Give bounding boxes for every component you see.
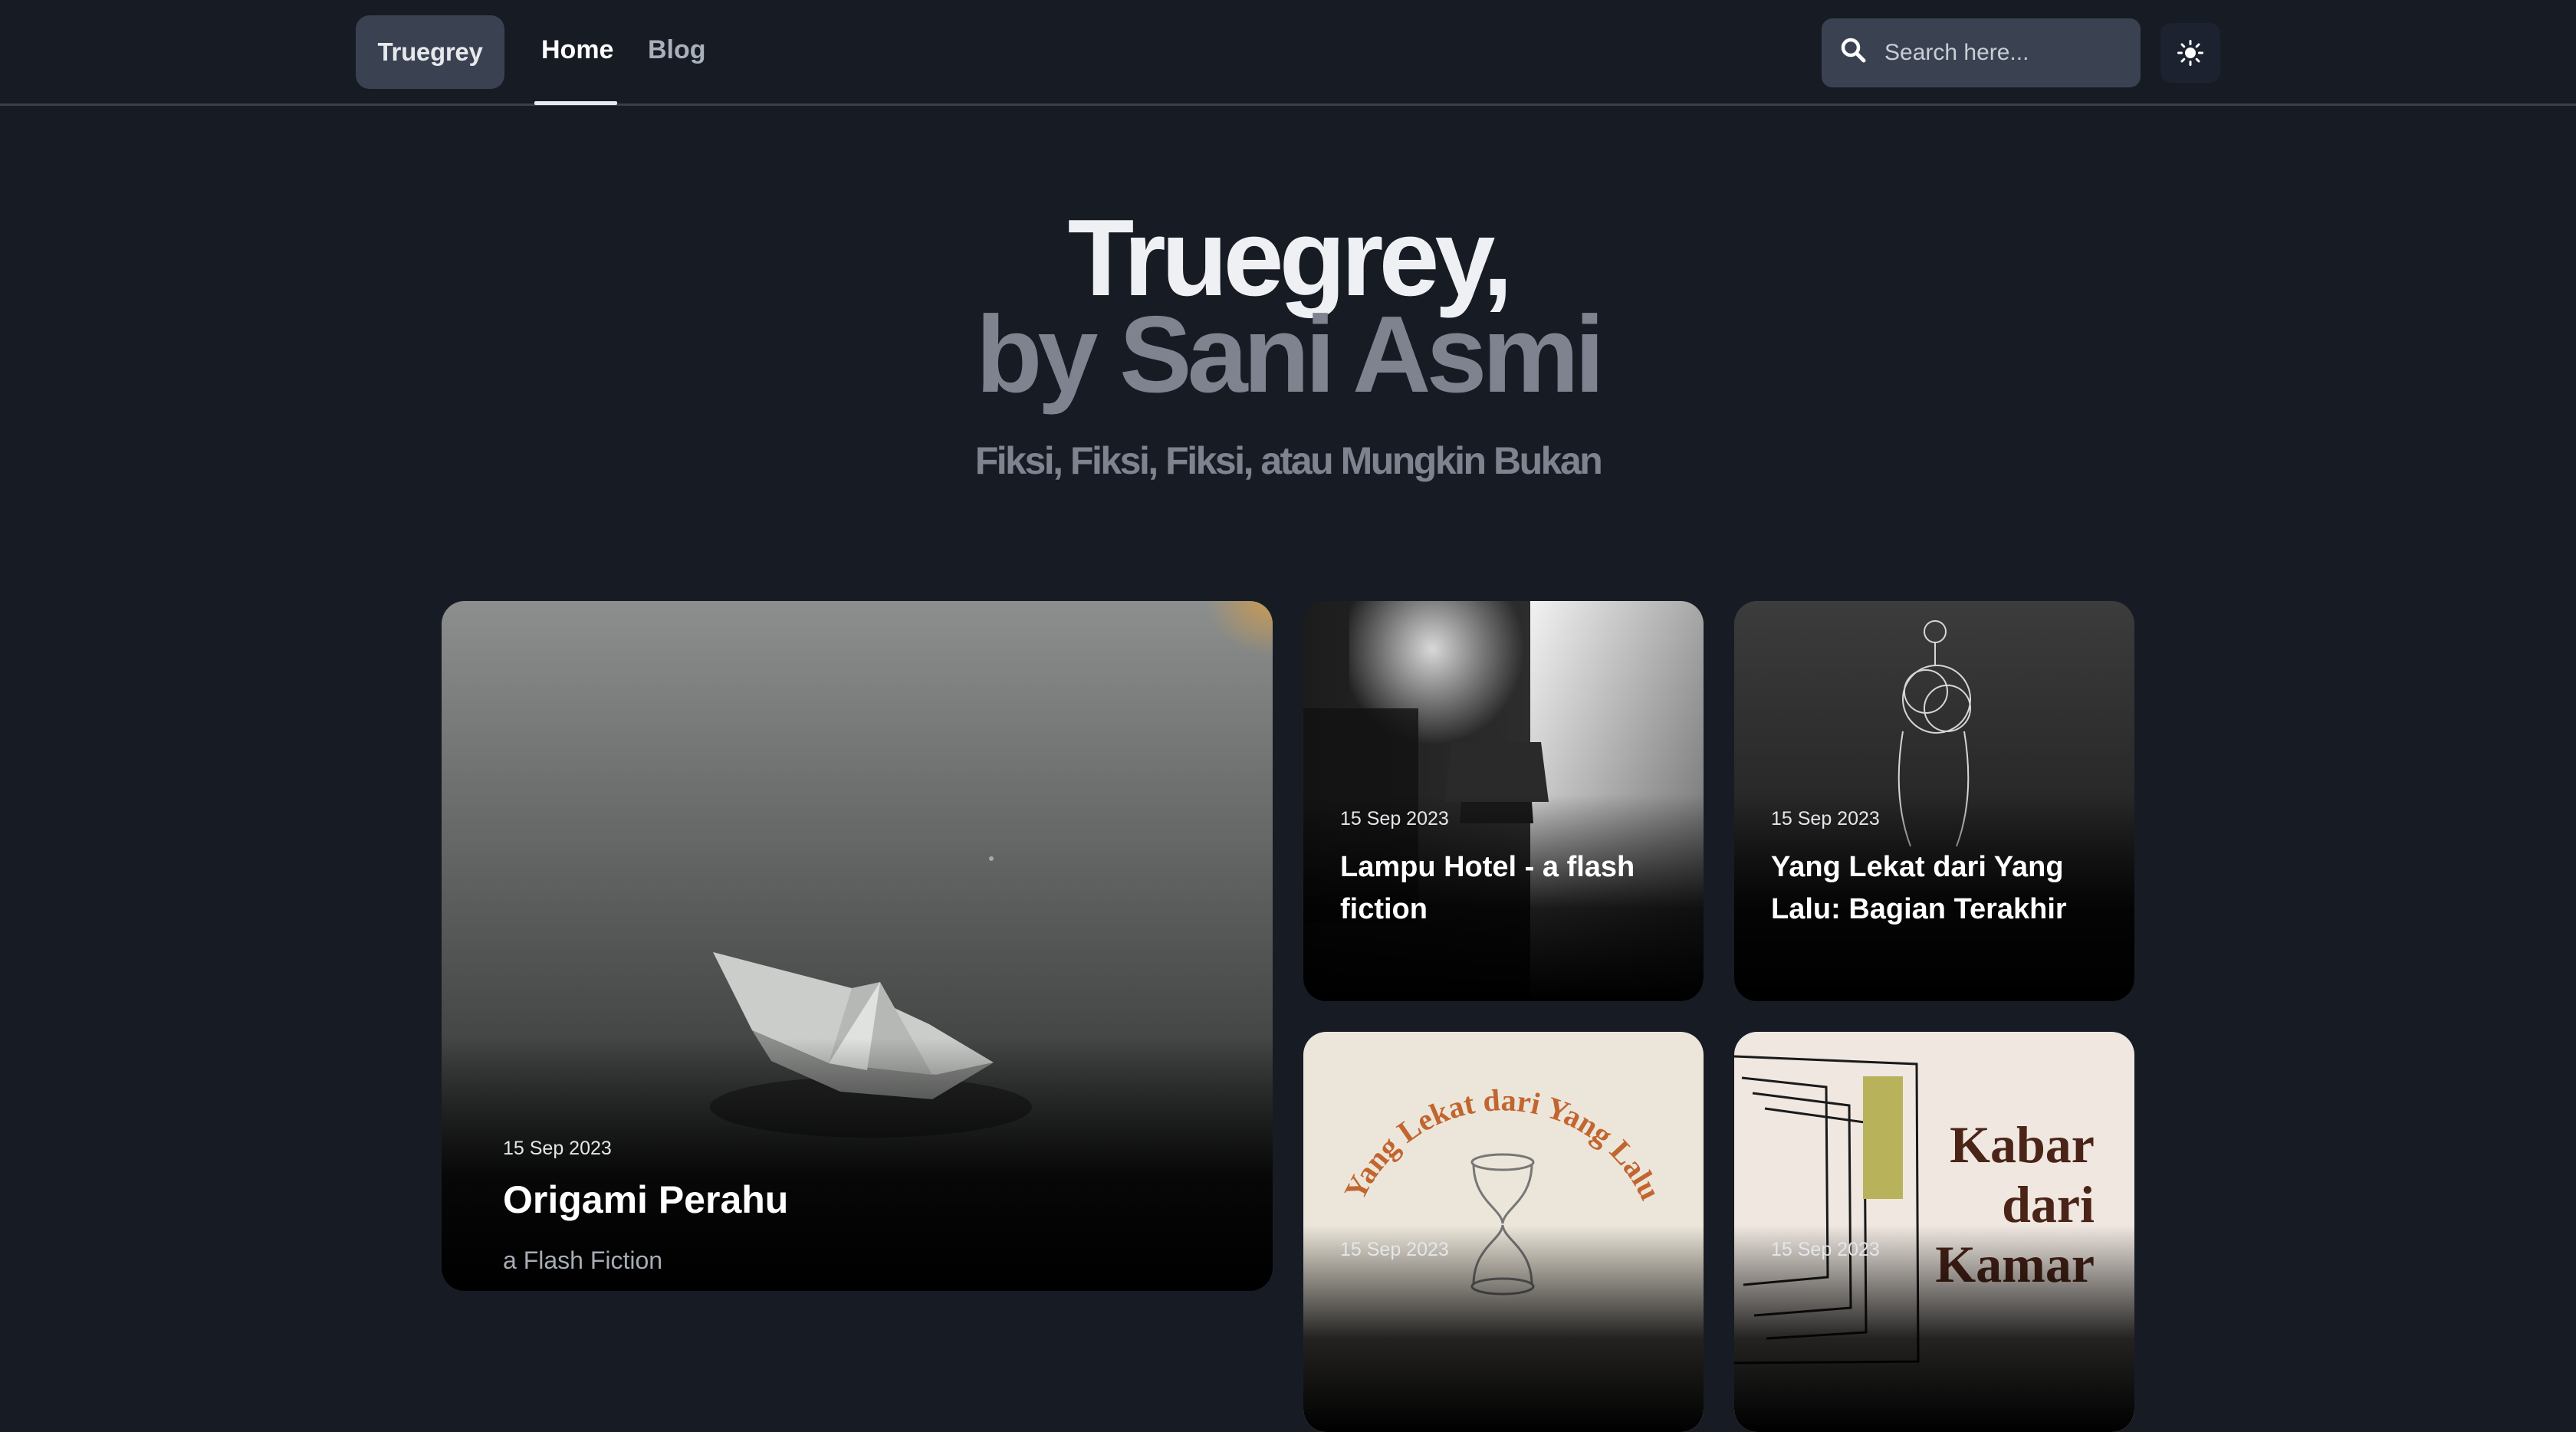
search-box[interactable] [1822, 18, 2141, 87]
search-input[interactable] [1883, 18, 2128, 87]
post-card-yang-lekat-dari-yang-lalu[interactable]: Yang Lekat dari Yang Lalu 15 Sep 2023 [1303, 1032, 1704, 1432]
search-icon [1841, 38, 1866, 63]
nav-link-home[interactable]: Home [541, 35, 613, 65]
post-title: Yang Lekat dari Yang Lalu: Bagian Terakh… [1771, 851, 2067, 925]
post-title: Lampu Hotel - a flash fiction [1340, 851, 1635, 925]
post-date: 15 Sep 2023 [503, 1138, 612, 1159]
post-subtitle: a Flash Fiction [503, 1246, 663, 1274]
brand-logo-button[interactable]: Truegrey [356, 15, 504, 89]
svg-text:Kabar: Kabar [1950, 1115, 2095, 1174]
post-date: 15 Sep 2023 [1340, 1239, 1449, 1260]
post-date: 15 Sep 2023 [1771, 808, 1880, 829]
post-card-lampu-hotel[interactable]: 15 Sep 2023 Lampu Hotel - a flash fictio… [1303, 601, 1704, 1001]
post-title: Origami Perahu [503, 1178, 789, 1221]
post-date: 15 Sep 2023 [1340, 808, 1449, 829]
nav-link-blog[interactable]: Blog [648, 35, 706, 65]
active-nav-indicator [534, 101, 617, 105]
theme-toggle-button[interactable] [2160, 23, 2220, 83]
hero-author: by Sani Asmi [975, 294, 1605, 415]
sun-icon [2177, 40, 2203, 66]
post-date: 15 Sep 2023 [1771, 1239, 1880, 1260]
post-card-origami-perahu[interactable]: 15 Sep 2023 Origami Perahu a Flash Ficti… [442, 601, 1273, 1291]
post-card-kabar-dari-kamar[interactable]: Kabar dari Kamar 15 Sep 2023 [1734, 1032, 2134, 1432]
post-card-yang-lekat-terakhir[interactable]: 15 Sep 2023 Yang Lekat dari Yang Lalu: B… [1734, 601, 2134, 1001]
top-navbar: Truegrey Home Blog [0, 0, 2576, 106]
hero-subtitle: Fiksi, Fiksi, Fiksi, atau Mungkin Bukan [974, 439, 1603, 482]
